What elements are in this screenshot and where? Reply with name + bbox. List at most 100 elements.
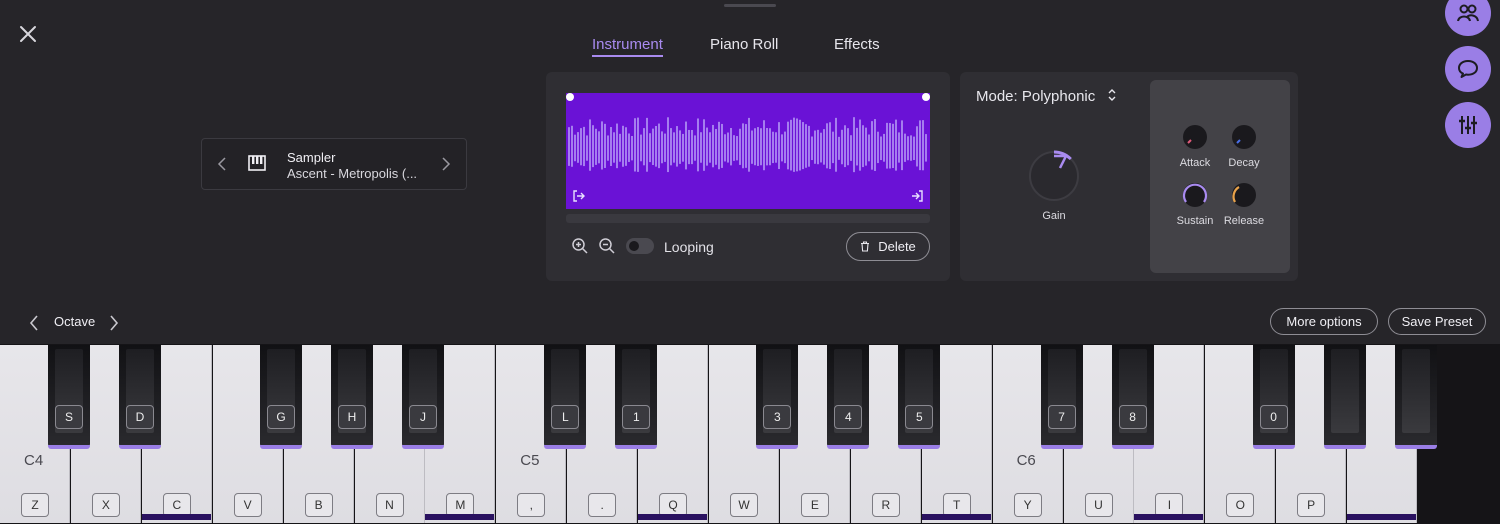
key-shortcut-label: 4 <box>834 405 863 429</box>
release-knob[interactable] <box>1231 182 1257 208</box>
sample-end-handle[interactable] <box>922 93 930 101</box>
key-shortcut-label: 0 <box>1259 405 1288 429</box>
tab-effects[interactable]: Effects <box>834 36 880 53</box>
black-key[interactable]: 0 <box>1252 345 1295 449</box>
zoom-out-icon[interactable] <box>598 237 616 255</box>
waveform <box>568 117 927 173</box>
gain-knob[interactable] <box>1028 150 1080 202</box>
black-key[interactable]: 3 <box>756 345 799 449</box>
key-shortcut-label: N <box>375 493 404 517</box>
attack-knob[interactable] <box>1182 124 1208 150</box>
looping-toggle[interactable] <box>626 238 654 254</box>
key-shortcut-label: 8 <box>1118 405 1147 429</box>
save-preset-label: Save Preset <box>1401 314 1473 329</box>
black-key[interactable]: H <box>331 345 373 449</box>
piano-icon <box>248 155 266 171</box>
gain-label: Gain <box>1042 210 1066 222</box>
key-shortcut-label: B <box>304 493 333 517</box>
envelope-panel <box>1150 80 1290 273</box>
mode-select[interactable]: Mode: Polyphonic <box>976 88 1117 105</box>
key-shortcut-label: , <box>517 493 546 517</box>
black-key[interactable]: S <box>48 345 90 449</box>
black-key[interactable]: 7 <box>1040 345 1083 449</box>
key-shortcut-label: E <box>800 493 829 517</box>
sample-scrollbar[interactable] <box>566 214 930 223</box>
chat-icon <box>1458 60 1478 78</box>
save-preset-button[interactable]: Save Preset <box>1388 308 1486 335</box>
key-shortcut-label: . <box>588 493 617 517</box>
black-key[interactable]: D <box>119 345 161 449</box>
key-shortcut-label: J <box>409 405 437 429</box>
key-shortcut-label: 3 <box>763 405 792 429</box>
instrument-preset-name: Ascent - Metropolis (... <box>287 166 418 181</box>
key-shortcut-label: 7 <box>1047 405 1076 429</box>
octave-note-label: C4 <box>24 452 44 469</box>
black-key[interactable]: G <box>260 345 302 449</box>
octave-up-icon[interactable] <box>108 314 120 332</box>
key-shortcut-label: P <box>1297 493 1326 517</box>
key-shortcut-label: C <box>162 493 191 517</box>
key-shortcut-label: 1 <box>622 405 651 429</box>
toggle-knob <box>629 241 639 251</box>
key-shortcut-label: Q <box>659 493 688 517</box>
mixer-icon <box>1459 116 1477 134</box>
piano-keyboard: Z X C V B N M,. Q W E R T Y U I O P C4 C5 C6 S D G H J L 1 3 4 5 7 8 0 <box>0 344 1500 524</box>
tab-instrument[interactable]: Instrument <box>592 36 663 57</box>
waveform-display[interactable] <box>566 93 930 209</box>
instrument-type: Sampler <box>287 150 336 165</box>
mode-label: Mode: Polyphonic <box>976 88 1096 105</box>
delete-label: Delete <box>878 239 916 254</box>
key-shortcut-label: M <box>446 493 475 517</box>
sample-start-handle[interactable] <box>566 93 574 101</box>
black-key[interactable]: 4 <box>827 345 870 449</box>
black-key[interactable]: 1 <box>615 345 658 449</box>
octave-down-icon[interactable] <box>28 314 40 332</box>
black-key[interactable]: J <box>402 345 444 449</box>
key-shortcut-label: W <box>730 493 758 517</box>
black-key-face <box>1401 349 1430 433</box>
trash-icon <box>861 241 870 252</box>
octave-note-label: C6 <box>1016 452 1036 469</box>
key-shortcut-label: Y <box>1013 493 1042 517</box>
sort-icon <box>1108 89 1116 101</box>
close-icon[interactable] <box>16 22 40 46</box>
key-shortcut-label: H <box>338 405 366 429</box>
black-key[interactable] <box>1323 345 1366 449</box>
black-key[interactable]: L <box>544 345 587 449</box>
sustain-knob[interactable] <box>1182 182 1208 208</box>
key-shortcut-label: X <box>91 493 120 517</box>
key-shortcut-label: G <box>267 405 295 429</box>
black-key[interactable]: 8 <box>1111 345 1154 449</box>
key-shortcut-label: 5 <box>905 405 934 429</box>
key-shortcut-label: R <box>871 493 900 517</box>
instrument-selector[interactable]: Sampler Ascent - Metropolis (... <box>201 138 467 190</box>
loop-start-icon[interactable] <box>572 189 586 203</box>
key-shortcut-label: U <box>1084 493 1113 517</box>
key-shortcut-label: T <box>942 493 971 517</box>
looping-label: Looping <box>664 239 714 255</box>
more-options-button[interactable]: More options <box>1270 308 1378 335</box>
delete-button[interactable]: Delete <box>846 232 930 261</box>
chevron-left-icon[interactable] <box>216 156 228 172</box>
key-shortcut-label: L <box>551 405 580 429</box>
tab-piano-roll[interactable]: Piano Roll <box>710 36 778 53</box>
decay-label: Decay <box>1228 157 1260 169</box>
mixer-button[interactable] <box>1445 102 1491 148</box>
decay-knob[interactable] <box>1231 124 1257 150</box>
loop-end-icon[interactable] <box>910 189 924 203</box>
octave-note-label: C5 <box>520 452 540 469</box>
key-shortcut-label: O <box>1226 493 1255 517</box>
key-shortcut-label: Z <box>21 493 49 517</box>
more-options-label: More options <box>1286 314 1362 329</box>
collaborators-button[interactable] <box>1445 0 1491 36</box>
chevron-right-icon[interactable] <box>440 156 452 172</box>
key-shortcut-label: V <box>233 493 262 517</box>
chat-button[interactable] <box>1445 46 1491 92</box>
zoom-in-icon[interactable] <box>571 237 589 255</box>
black-key[interactable] <box>1394 345 1437 449</box>
release-label: Release <box>1223 215 1265 227</box>
black-key[interactable]: 5 <box>898 345 941 449</box>
drag-handle[interactable] <box>724 4 776 7</box>
octave-label: Octave <box>54 314 96 329</box>
key-shortcut-label: S <box>55 405 83 429</box>
